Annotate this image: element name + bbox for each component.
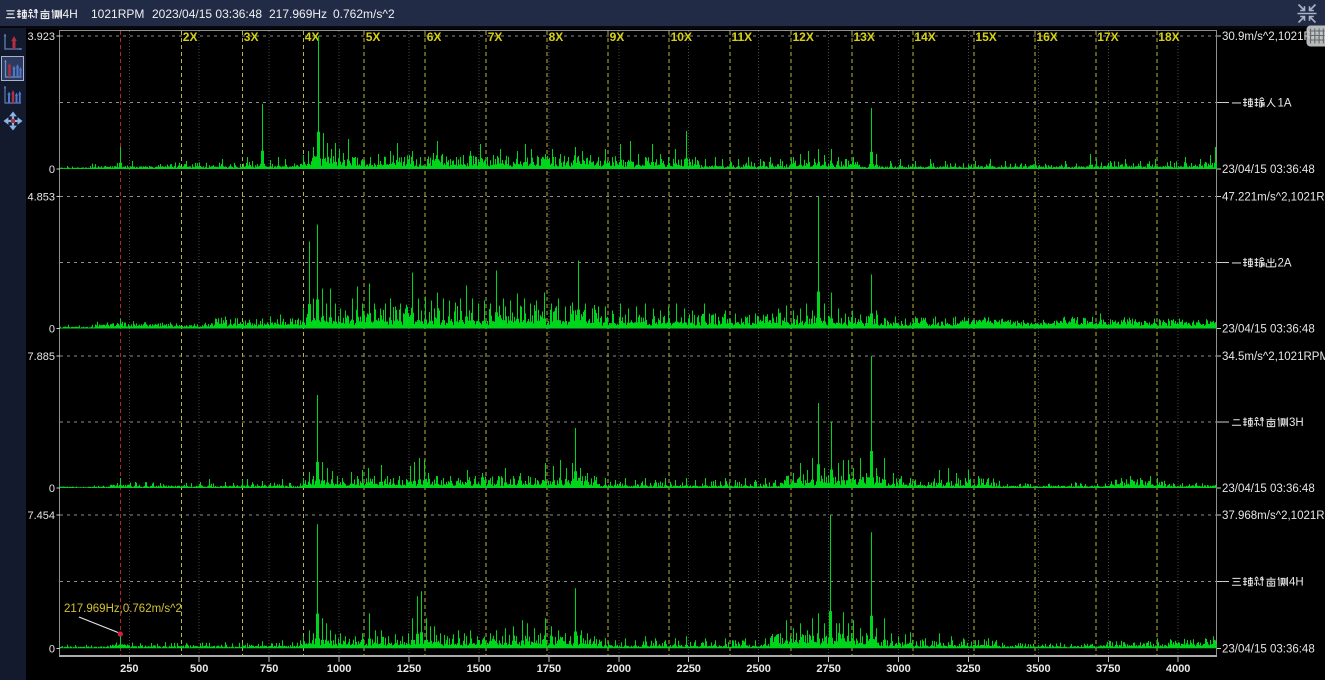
svg-text:7X: 7X <box>488 30 503 44</box>
svg-text:4H: 4H <box>1289 577 1304 589</box>
svg-text:23/04/15 03:36:48: 23/04/15 03:36:48 <box>1222 483 1315 495</box>
svg-text:23/04/15 03:36:48: 23/04/15 03:36:48 <box>1222 324 1315 336</box>
svg-text:8X: 8X <box>549 30 564 44</box>
svg-text:750: 750 <box>260 663 278 675</box>
svg-text:3000: 3000 <box>886 663 910 675</box>
svg-text:2A: 2A <box>1278 258 1292 270</box>
svg-text:17X: 17X <box>1097 30 1118 44</box>
svg-text:250: 250 <box>120 663 138 675</box>
svg-text:7.454: 7.454 <box>27 510 55 522</box>
svg-text:217.969Hz,0.762m/s^2: 217.969Hz,0.762m/s^2 <box>64 603 182 615</box>
svg-text:217.969Hz: 217.969Hz <box>269 7 327 21</box>
svg-text:4.853: 4.853 <box>27 192 55 204</box>
svg-text:12X: 12X <box>793 30 814 44</box>
svg-text:23/04/15 03:36:48: 23/04/15 03:36:48 <box>1222 643 1315 655</box>
svg-text:0.762m/s^2: 0.762m/s^2 <box>333 7 395 21</box>
svg-text:2500: 2500 <box>746 663 770 675</box>
svg-text:2000: 2000 <box>607 663 631 675</box>
svg-text:2023/04/15 03:36:48: 2023/04/15 03:36:48 <box>152 7 262 21</box>
svg-text:13X: 13X <box>854 30 875 44</box>
svg-text:4H: 4H <box>63 7 78 21</box>
svg-text:4000: 4000 <box>1166 663 1190 675</box>
svg-text:15X: 15X <box>975 30 996 44</box>
svg-text:3H: 3H <box>1289 417 1304 429</box>
svg-text:2750: 2750 <box>816 663 840 675</box>
svg-text:3250: 3250 <box>956 663 980 675</box>
svg-text:11X: 11X <box>732 30 753 44</box>
svg-text:1750: 1750 <box>537 663 561 675</box>
svg-text:1021RPM: 1021RPM <box>91 7 144 21</box>
svg-text:37.968m/s^2,1021RPM: 37.968m/s^2,1021RPM <box>1222 510 1325 522</box>
svg-text:18X: 18X <box>1158 30 1179 44</box>
svg-text:0: 0 <box>49 164 55 176</box>
svg-text:0: 0 <box>49 483 55 495</box>
svg-text:5X: 5X <box>366 30 381 44</box>
svg-text:1A: 1A <box>1278 98 1292 110</box>
svg-text:0: 0 <box>49 324 55 336</box>
svg-text:34.5m/s^2,1021RPM: 34.5m/s^2,1021RPM <box>1222 351 1325 363</box>
svg-text:14X: 14X <box>914 30 935 44</box>
svg-text:2X: 2X <box>183 30 198 44</box>
svg-text:47.221m/s^2,1021RPM: 47.221m/s^2,1021RPM <box>1222 192 1325 204</box>
svg-text:6X: 6X <box>427 30 442 44</box>
svg-text:2250: 2250 <box>676 663 700 675</box>
svg-text:1250: 1250 <box>397 663 421 675</box>
svg-text:3750: 3750 <box>1096 663 1120 675</box>
svg-text:1500: 1500 <box>467 663 491 675</box>
svg-text:7.885: 7.885 <box>27 351 55 363</box>
svg-text:9X: 9X <box>610 30 625 44</box>
svg-text:3500: 3500 <box>1026 663 1050 675</box>
svg-text:16X: 16X <box>1036 30 1057 44</box>
svg-text:3.923: 3.923 <box>27 31 55 43</box>
svg-text:500: 500 <box>190 663 208 675</box>
svg-text:4X: 4X <box>305 30 320 44</box>
svg-text:3X: 3X <box>244 30 259 44</box>
svg-text:10X: 10X <box>671 30 692 44</box>
svg-text:1000: 1000 <box>327 663 351 675</box>
svg-text:0: 0 <box>49 643 55 655</box>
svg-text:23/04/15 03:36:48: 23/04/15 03:36:48 <box>1222 164 1315 176</box>
